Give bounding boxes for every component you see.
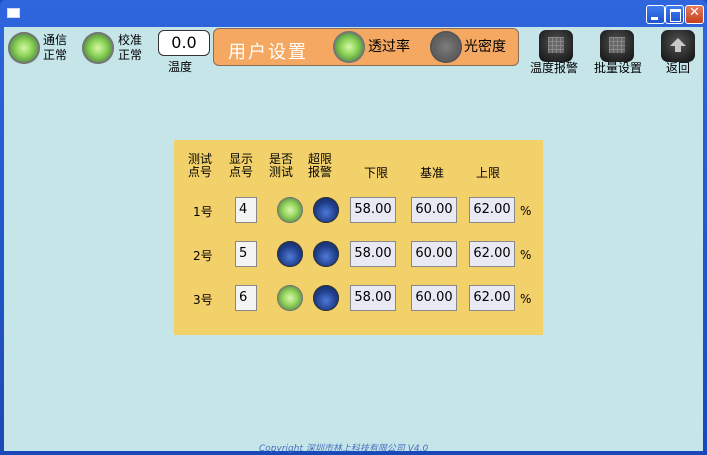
alarm-indicator [313, 197, 339, 223]
temperature-label: 温度 [168, 60, 193, 74]
calib-status-label-2: 正常 [118, 48, 143, 62]
alarm-indicator [313, 241, 339, 267]
batch-settings-label: 批量设置 [594, 61, 643, 75]
test-toggle[interactable] [277, 197, 303, 223]
unit-label: % [520, 292, 532, 306]
lower-limit-input[interactable]: 58.00 [350, 197, 396, 223]
upper-limit-input[interactable]: 62.00 [469, 285, 515, 311]
display-no-input[interactable]: 6 [235, 285, 257, 311]
comm-status-indicator [8, 32, 40, 64]
transmittance-indicator[interactable] [333, 31, 365, 63]
header-upper: 上限 [476, 166, 501, 180]
transmittance-label: 透过率 [368, 39, 410, 55]
title-bar [0, 0, 707, 27]
grid-icon [548, 37, 564, 53]
upper-limit-input[interactable]: 62.00 [469, 241, 515, 267]
row-point-no: 3号 [193, 293, 213, 307]
user-settings-title: 用户设置 [228, 42, 308, 63]
calib-status-indicator [82, 32, 114, 64]
alarm-indicator [313, 285, 339, 311]
comm-status-label-2: 正常 [43, 48, 68, 62]
header-display-no: 显示 点号 [229, 152, 254, 179]
display-no-input[interactable]: 4 [235, 197, 257, 223]
main-panel: 通信 正常 校准 正常 0.0 温度 用户设置 透过率 光密度 温度报警 批量设… [4, 27, 703, 454]
app-window: 通信 正常 校准 正常 0.0 温度 用户设置 透过率 光密度 温度报警 批量设… [0, 0, 707, 455]
grid-icon [609, 37, 625, 53]
base-value-input[interactable]: 60.00 [411, 197, 457, 223]
lower-limit-input[interactable]: 58.00 [350, 285, 396, 311]
upper-limit-input[interactable]: 62.00 [469, 197, 515, 223]
row-point-no: 2号 [193, 249, 213, 263]
close-button[interactable] [685, 5, 704, 24]
lower-limit-input[interactable]: 58.00 [350, 241, 396, 267]
unit-label: % [520, 248, 532, 262]
base-value-input[interactable]: 60.00 [411, 241, 457, 267]
temp-alarm-button[interactable] [539, 30, 573, 62]
temperature-display: 0.0 [158, 30, 210, 56]
test-points-table: 测试 点号 显示 点号 是否 测试 超限 报警 下限 基准 上限 1号 4 58… [174, 140, 543, 335]
base-value-input[interactable]: 60.00 [411, 285, 457, 311]
maximize-button[interactable] [665, 5, 684, 24]
copyright-footer: Copyright 深圳市林上科技有限公司 V4.0 [259, 444, 429, 454]
test-toggle[interactable] [277, 285, 303, 311]
optical-density-label: 光密度 [464, 39, 506, 55]
user-settings-panel: 用户设置 透过率 光密度 [213, 28, 519, 66]
back-button[interactable] [661, 30, 695, 62]
unit-label: % [520, 204, 532, 218]
optical-density-indicator[interactable] [430, 31, 462, 63]
header-point-no: 测试 点号 [188, 152, 213, 179]
temp-alarm-label: 温度报警 [530, 61, 579, 75]
header-over-alarm: 超限 报警 [308, 152, 333, 179]
back-label: 返回 [666, 61, 691, 75]
arrow-up-icon [670, 38, 686, 52]
minimize-button[interactable] [646, 5, 665, 24]
header-lower: 下限 [364, 166, 389, 180]
header-base: 基准 [420, 166, 445, 180]
batch-settings-button[interactable] [600, 30, 634, 62]
comm-status-label-1: 通信 [43, 33, 68, 47]
header-is-test: 是否 测试 [269, 152, 294, 179]
test-toggle[interactable] [277, 241, 303, 267]
row-point-no: 1号 [193, 205, 213, 219]
app-icon [7, 8, 20, 18]
display-no-input[interactable]: 5 [235, 241, 257, 267]
calib-status-label-1: 校准 [118, 33, 143, 47]
